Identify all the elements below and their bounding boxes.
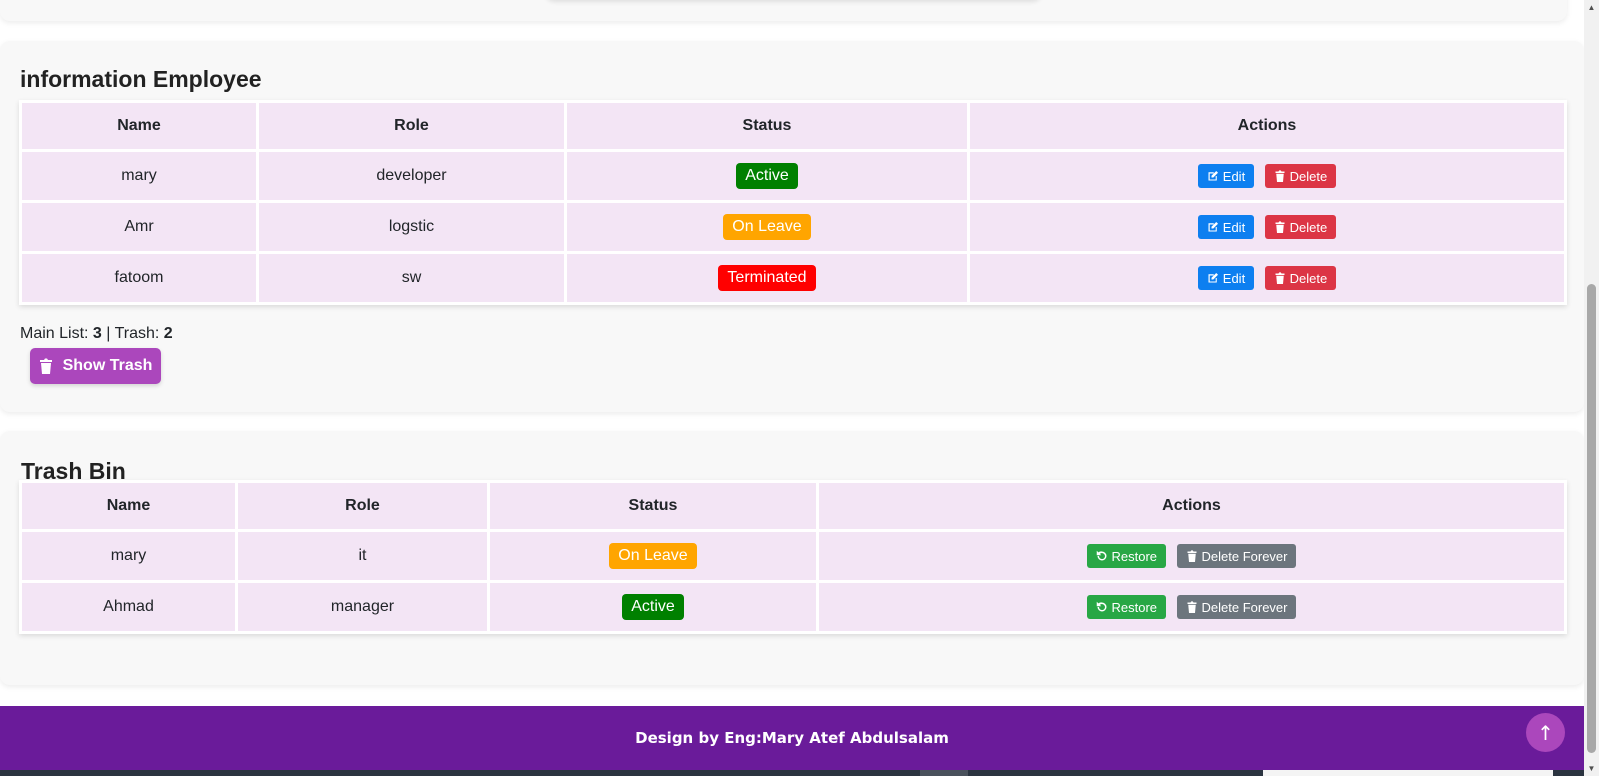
taskbar-strip	[0, 770, 1584, 776]
employee-actions-cell: Edit Delete	[970, 203, 1564, 251]
main-list-label: Main List:	[20, 325, 93, 342]
trash-count-label: | Trash:	[101, 325, 164, 342]
delete-forever-button-label: Delete Forever	[1201, 548, 1288, 564]
trash-icon	[1187, 550, 1196, 562]
trash-table-header-row: Name Role Status Actions	[22, 483, 1564, 529]
status-badge: Active	[622, 594, 684, 620]
table-row: mary developer Active Edit Delete	[22, 152, 1564, 200]
employee-role: developer	[259, 152, 564, 200]
employee-status-cell: Active	[567, 152, 967, 200]
undo-icon	[1096, 601, 1107, 612]
edit-button[interactable]: Edit	[1197, 215, 1255, 239]
scroll-up-arrow-icon[interactable]: ▲	[1584, 0, 1599, 15]
column-header-role: Role	[259, 103, 564, 149]
trash-actions-cell: Restore Delete Forever	[819, 583, 1564, 631]
edit-icon	[1208, 221, 1218, 232]
column-header-role: Role	[238, 483, 487, 529]
trash-icon	[1275, 221, 1285, 233]
page-footer: Design by Eng:Mary Atef Abdulsalam	[0, 706, 1584, 770]
table-row: Ahmad manager Active Restore Delete Fore…	[22, 583, 1564, 631]
taskbar-segment	[920, 770, 968, 776]
status-badge: On Leave	[723, 214, 811, 240]
restore-button[interactable]: Restore	[1086, 544, 1167, 568]
delete-forever-button[interactable]: Delete Forever	[1176, 595, 1297, 619]
undo-icon	[1096, 550, 1107, 561]
delete-forever-button[interactable]: Delete Forever	[1176, 544, 1297, 568]
trash-table: Name Role Status Actions mary it On Leav…	[19, 480, 1567, 634]
edit-icon	[1208, 272, 1218, 283]
trash-status-cell: On Leave	[490, 532, 816, 580]
trash-count: 2	[163, 325, 173, 342]
trash-section: Trash Bin Name Role Status Actions mary …	[0, 431, 1584, 685]
scroll-down-arrow-icon[interactable]: ▼	[1584, 761, 1599, 776]
status-badge: Terminated	[718, 265, 816, 291]
employee-section: information Employee Name Role Status Ac…	[0, 41, 1584, 412]
table-row: Amr logstic On Leave Edit Delete	[22, 203, 1564, 251]
vertical-scrollbar[interactable]: ▲ ▼	[1584, 0, 1599, 776]
column-header-actions: Actions	[819, 483, 1564, 529]
trash-icon	[1275, 272, 1285, 284]
edit-button[interactable]: Edit	[1197, 164, 1255, 188]
delete-button[interactable]: Delete	[1264, 164, 1337, 188]
edit-button-label: Edit	[1222, 168, 1246, 184]
column-header-name: Name	[22, 483, 235, 529]
show-trash-button[interactable]: Show Trash	[30, 348, 161, 384]
page-viewport: information Employee Name Role Status Ac…	[0, 0, 1584, 776]
employee-status-cell: On Leave	[567, 203, 967, 251]
scrollbar-thumb[interactable]	[1587, 284, 1596, 753]
trash-role: manager	[238, 583, 487, 631]
trash-icon	[1275, 170, 1285, 182]
table-row: fatoom sw Terminated Edit Delete	[22, 254, 1564, 302]
restore-button-label: Restore	[1111, 599, 1158, 615]
trash-icon	[39, 358, 52, 374]
trash-role: it	[238, 532, 487, 580]
taskbar-segment	[1263, 770, 1553, 776]
restore-button[interactable]: Restore	[1086, 595, 1167, 619]
trash-status-cell: Active	[490, 583, 816, 631]
edit-icon	[1208, 170, 1218, 181]
previous-section-card	[0, 0, 1567, 21]
column-header-status: Status	[567, 103, 967, 149]
delete-button-label: Delete	[1289, 219, 1328, 235]
delete-button-label: Delete	[1289, 270, 1328, 286]
restore-button-label: Restore	[1111, 548, 1158, 564]
status-badge: On Leave	[609, 543, 697, 569]
trash-name: Ahmad	[22, 583, 235, 631]
employee-name: fatoom	[22, 254, 256, 302]
column-header-name: Name	[22, 103, 256, 149]
employee-role: sw	[259, 254, 564, 302]
column-header-actions: Actions	[970, 103, 1564, 149]
footer-credit: Design by Eng:Mary Atef Abdulsalam	[635, 729, 949, 747]
trash-name: mary	[22, 532, 235, 580]
edit-button-label: Edit	[1222, 270, 1246, 286]
employee-table: Name Role Status Actions mary developer …	[19, 100, 1567, 305]
arrow-up-icon: ↑	[1537, 720, 1554, 745]
employee-table-header-row: Name Role Status Actions	[22, 103, 1564, 149]
employee-name: mary	[22, 152, 256, 200]
status-badge: Active	[736, 163, 798, 189]
employee-role: logstic	[259, 203, 564, 251]
employee-actions-cell: Edit Delete	[970, 254, 1564, 302]
delete-forever-button-label: Delete Forever	[1201, 599, 1288, 615]
table-row: mary it On Leave Restore Delete Forever	[22, 532, 1564, 580]
main-list-count: 3	[92, 325, 102, 342]
employee-name: Amr	[22, 203, 256, 251]
edit-button-label: Edit	[1222, 219, 1246, 235]
show-trash-label: Show Trash	[62, 357, 153, 374]
employee-actions-cell: Edit Delete	[970, 152, 1564, 200]
employee-status-cell: Terminated	[567, 254, 967, 302]
delete-button[interactable]: Delete	[1264, 215, 1337, 239]
edit-button[interactable]: Edit	[1197, 266, 1255, 290]
column-header-status: Status	[490, 483, 816, 529]
delete-button-label: Delete	[1289, 168, 1328, 184]
trash-icon	[1187, 601, 1196, 613]
list-counts: Main List: 3 | Trash: 2	[20, 325, 173, 343]
delete-button[interactable]: Delete	[1264, 266, 1337, 290]
employee-section-title: information Employee	[20, 66, 262, 92]
scroll-to-top-button[interactable]: ↑	[1526, 713, 1565, 752]
trash-actions-cell: Restore Delete Forever	[819, 532, 1564, 580]
